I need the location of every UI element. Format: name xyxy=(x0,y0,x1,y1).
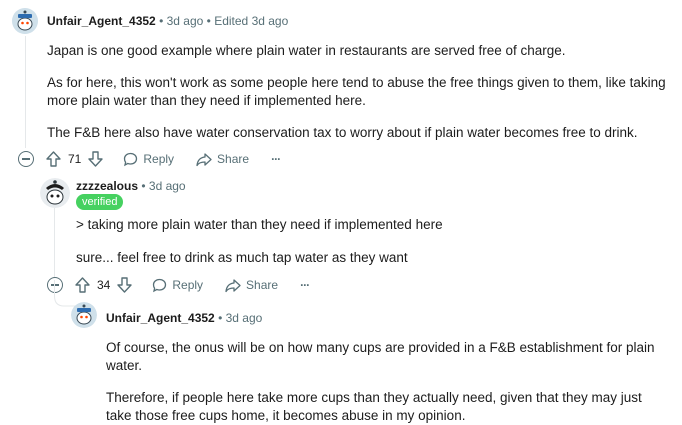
downvote-button[interactable] xyxy=(88,151,104,167)
comment-paragraph: sure... feel free to drink as much tap w… xyxy=(76,250,408,265)
upvote-button[interactable] xyxy=(46,151,61,167)
share-button[interactable]: Share xyxy=(196,152,249,167)
avatar[interactable] xyxy=(40,178,70,208)
username[interactable]: Unfair_Agent_4352 xyxy=(47,14,156,28)
snoo-avatar-icon xyxy=(71,302,97,328)
thread-line xyxy=(25,36,26,148)
downvote-icon xyxy=(88,151,104,167)
share-label: Share xyxy=(246,278,279,292)
comment-paragraph: The F&B here also have water conservatio… xyxy=(47,125,638,140)
more-options-icon[interactable]: ··· xyxy=(271,152,281,166)
comment-meta: Unfair_Agent_4352 • 3d ago • Edited 3d a… xyxy=(47,14,288,28)
downvote-icon xyxy=(117,277,133,293)
collapse-thread-button[interactable] xyxy=(18,151,34,167)
thread-line xyxy=(54,208,55,278)
vote-count: 34 xyxy=(97,278,111,292)
vote-count: 71 xyxy=(68,152,82,166)
timestamp[interactable]: 3d ago xyxy=(149,179,186,193)
avatar[interactable] xyxy=(71,302,97,328)
comment-paragraph: As for here, this won't work as some peo… xyxy=(47,75,666,108)
avatar[interactable] xyxy=(12,8,38,34)
comment-bubble-icon xyxy=(124,152,138,166)
username[interactable]: zzzzealous xyxy=(76,179,138,193)
comment-paragraph: > taking more plain water than they need… xyxy=(76,217,443,232)
comment-paragraph: Therefore, if people here take more cups… xyxy=(106,390,642,423)
reply-label: Reply xyxy=(143,152,175,166)
comment-body: > taking more plain water than they need… xyxy=(76,216,666,267)
downvote-button[interactable] xyxy=(117,277,133,293)
comment-body: Japan is one good example where plain wa… xyxy=(47,42,667,142)
upvote-icon xyxy=(46,151,61,167)
user-flair-badge: verified xyxy=(76,194,124,210)
comment-meta: zzzzealous • 3d ago xyxy=(76,179,186,193)
timestamp[interactable]: 3d ago xyxy=(167,14,204,28)
comment-actions: 71 Reply Share ··· xyxy=(46,149,281,169)
timestamp[interactable]: 3d ago xyxy=(226,311,263,325)
edited-label: Edited 3d ago xyxy=(214,14,289,28)
snoo-avatar-icon xyxy=(40,178,70,208)
reply-button[interactable]: Reply xyxy=(123,152,174,167)
username[interactable]: Unfair_Agent_4352 xyxy=(106,311,215,325)
comment-actions: 34 Reply Share ··· xyxy=(75,275,310,295)
comment-meta: Unfair_Agent_4352 • 3d ago xyxy=(106,311,262,325)
comment-bubble-icon xyxy=(153,278,167,292)
snoo-avatar-icon xyxy=(12,8,38,34)
separator: • xyxy=(206,14,211,28)
separator: • xyxy=(159,14,164,28)
separator: • xyxy=(141,179,146,193)
separator: • xyxy=(218,311,223,325)
share-icon xyxy=(225,278,241,292)
comment-paragraph: Japan is one good example where plain wa… xyxy=(47,43,566,58)
share-icon xyxy=(196,152,212,166)
more-options-icon[interactable]: ··· xyxy=(300,278,310,292)
share-label: Share xyxy=(217,152,250,166)
share-button[interactable]: Share xyxy=(225,278,278,293)
comment-paragraph: Of course, the onus will be on how many … xyxy=(106,340,655,373)
reply-button[interactable]: Reply xyxy=(152,278,203,293)
comment-body: Of course, the onus will be on how many … xyxy=(106,339,666,425)
reply-label: Reply xyxy=(172,278,204,292)
